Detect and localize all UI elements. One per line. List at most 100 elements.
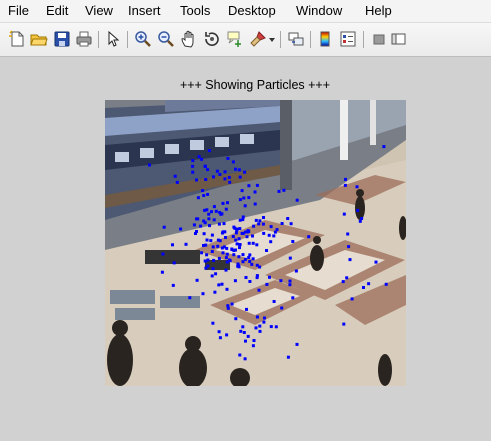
menu-window[interactable]: Window [296, 3, 342, 18]
particle-marker [160, 270, 164, 274]
particle-marker [241, 215, 245, 219]
particle-marker [262, 231, 266, 235]
insert-colorbar-icon[interactable] [316, 30, 334, 48]
particle-marker [217, 283, 221, 287]
particle-marker [171, 243, 174, 247]
particle-marker [217, 256, 221, 260]
particle-marker [225, 260, 229, 264]
particle-marker [188, 296, 192, 300]
pan-hand-icon[interactable] [180, 30, 198, 48]
brush-dropdown-icon[interactable] [268, 30, 276, 48]
menu-tools[interactable]: Tools [180, 3, 210, 18]
particle-marker [196, 196, 200, 200]
toolbar-separator [363, 31, 364, 48]
particle-marker [191, 164, 195, 168]
surveillance-frame-image [105, 100, 406, 386]
particle-marker [269, 325, 273, 329]
brush-icon[interactable] [249, 30, 267, 48]
toolbar-separator [280, 31, 281, 48]
particle-marker [206, 192, 210, 196]
particle-marker [212, 205, 216, 209]
particle-marker [288, 256, 292, 260]
particle-marker [238, 246, 241, 250]
particle-marker [241, 325, 245, 329]
particle-marker [207, 217, 211, 221]
show-plot-tools-icon[interactable] [390, 30, 408, 48]
particle-marker [222, 222, 226, 226]
new-figure-icon[interactable] [8, 30, 26, 48]
menu-edit[interactable]: Edit [46, 3, 68, 18]
open-file-icon[interactable] [30, 30, 48, 48]
particle-marker [268, 275, 271, 279]
particle-marker [224, 236, 227, 239]
particle-marker [212, 218, 216, 222]
particle-marker [237, 255, 241, 259]
particle-marker [243, 357, 247, 361]
particle-marker [195, 178, 198, 182]
particle-marker [242, 331, 246, 334]
particle-marker [348, 258, 352, 262]
print-icon[interactable] [75, 30, 93, 48]
particle-marker [273, 230, 277, 234]
particle-marker [257, 222, 261, 226]
particle-marker [367, 282, 371, 286]
particle-marker [225, 287, 229, 291]
particle-marker [250, 262, 254, 266]
zoom-out-icon[interactable] [157, 30, 175, 48]
particle-marker [286, 217, 290, 220]
particle-marker [211, 267, 215, 271]
particle-marker [228, 180, 232, 184]
particle-marker [234, 231, 238, 235]
particle-marker [204, 178, 208, 181]
particle-image-axes[interactable] [105, 100, 406, 386]
particle-marker [216, 244, 220, 248]
particle-marker [211, 321, 215, 325]
data-cursor-icon[interactable] [226, 30, 244, 48]
save-icon[interactable] [53, 30, 71, 48]
menu-view[interactable]: View [85, 3, 113, 18]
particle-marker [200, 157, 204, 161]
insert-legend-icon[interactable] [339, 30, 357, 48]
particle-marker [251, 241, 255, 245]
particle-marker [202, 232, 206, 236]
particle-marker [206, 168, 210, 172]
particle-marker [295, 342, 299, 346]
particle-marker [244, 276, 248, 279]
particle-marker [374, 260, 378, 264]
particle-marker [244, 339, 247, 343]
particle-marker [231, 160, 235, 164]
particle-marker [257, 288, 261, 292]
particle-marker [358, 219, 362, 223]
particle-marker [237, 237, 241, 241]
menu-file[interactable]: File [8, 3, 29, 18]
particle-marker [203, 165, 207, 168]
figure-title: +++ Showing Particles +++ [179, 78, 331, 92]
particle-marker [342, 322, 346, 326]
rotate-3d-icon[interactable] [203, 30, 221, 48]
menu-desktop[interactable]: Desktop [228, 3, 276, 18]
link-plot-icon[interactable] [287, 30, 305, 48]
particle-marker [209, 239, 213, 243]
particle-marker [220, 246, 224, 250]
particle-marker [210, 233, 214, 237]
particle-marker [247, 184, 251, 188]
select-arrow-icon[interactable] [104, 30, 122, 48]
particle-marker [225, 333, 229, 337]
particle-marker [294, 269, 298, 273]
particle-marker [234, 317, 238, 321]
particle-marker [248, 253, 252, 257]
particle-marker [262, 320, 266, 324]
particle-marker [241, 260, 245, 264]
particle-marker [238, 227, 242, 231]
particle-marker [247, 241, 251, 245]
zoom-in-icon[interactable] [134, 30, 152, 48]
menu-help[interactable]: Help [365, 3, 392, 18]
particle-marker [288, 279, 292, 283]
particle-marker [205, 238, 209, 242]
particle-marker [196, 217, 200, 221]
menu-insert[interactable]: Insert [128, 3, 161, 18]
particle-marker [248, 260, 252, 263]
particle-marker [243, 204, 247, 208]
hide-plot-tools-icon[interactable] [370, 30, 388, 48]
particle-marker [295, 198, 299, 202]
